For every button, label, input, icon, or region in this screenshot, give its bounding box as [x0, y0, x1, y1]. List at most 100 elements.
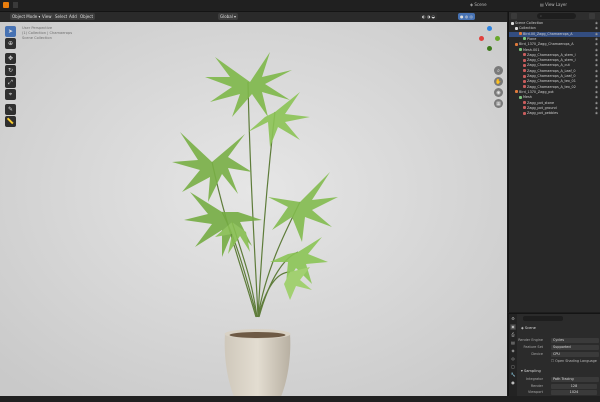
- 3d-viewport[interactable]: ➤ ⊕ ✥ ↻ ⤢ ⌖ ✎ 📏 User Perspective (1) Col…: [0, 22, 507, 396]
- osl-checkbox[interactable]: ☐ Open Shading Language: [551, 359, 597, 363]
- status-bar: [0, 396, 600, 402]
- visibility-eye-icon[interactable]: ◉: [595, 111, 598, 116]
- outliner-item[interactable]: Zagg_pot_ground ◉: [509, 106, 600, 111]
- outliner-item[interactable]: Zagg_Chamaerops_A_stem_i ◉: [509, 58, 600, 63]
- filter-icon[interactable]: [589, 13, 595, 19]
- feature-set-label: Feature Set: [523, 345, 543, 349]
- world-tab-icon[interactable]: ◎: [510, 356, 516, 362]
- blender-logo-icon[interactable]: [3, 2, 9, 8]
- scene-header: ◈ Scene: [521, 326, 536, 330]
- outliner-item[interactable]: Zagg_Chamaerops_A_tex_02 ◉: [509, 85, 600, 90]
- outliner-item-icon: [523, 63, 526, 67]
- render-tab-icon[interactable]: ▣: [510, 324, 516, 330]
- cursor-arrow-icon: ➤: [7, 28, 14, 35]
- render-samples-field[interactable]: 128: [551, 384, 597, 389]
- outliner-item[interactable]: Zagg_Chamaerops_A_Leaf_0 ◉: [509, 69, 600, 74]
- add-menu[interactable]: Add: [67, 13, 79, 20]
- outliner-item[interactable]: Collection ◉: [509, 26, 600, 31]
- sampling-panel-header[interactable]: ▾ Sampling: [521, 369, 541, 373]
- feature-set-dropdown[interactable]: Supported: [551, 345, 599, 350]
- outliner-item-icon: [519, 32, 522, 36]
- measure-tool[interactable]: 📏: [5, 116, 16, 127]
- visibility-eye-icon[interactable]: ◉: [595, 48, 598, 53]
- zoom-icon[interactable]: ⌕: [494, 66, 503, 75]
- device-dropdown[interactable]: CPU: [551, 352, 599, 357]
- rotate-tool[interactable]: ↻: [5, 65, 16, 76]
- outliner-item[interactable]: Zagg_Chamaerops_A_tex_01 ◉: [509, 79, 600, 84]
- viewport-header: Object Mode ▾ View Select Add Object Glo…: [0, 12, 507, 22]
- view-layer-selector[interactable]: ▤ View Layer: [540, 1, 567, 9]
- visibility-eye-icon[interactable]: ◉: [595, 32, 598, 37]
- scene-selector[interactable]: ◈ Scene: [470, 1, 487, 9]
- visibility-eye-icon[interactable]: ◉: [595, 101, 598, 106]
- integrator-dropdown[interactable]: Path Tracing: [551, 377, 599, 382]
- outliner-item[interactable]: Zagg_Chamaerops_A_stem_l ◉: [509, 53, 600, 58]
- y-axis-icon[interactable]: [495, 36, 500, 41]
- view-menu[interactable]: View: [40, 13, 54, 20]
- outliner-item[interactable]: Zagg_pot_stone ◉: [509, 101, 600, 106]
- outliner-item[interactable]: Mesh ◉: [509, 95, 600, 100]
- grid-icon[interactable]: ▦: [494, 99, 503, 108]
- outliner-search-input[interactable]: ⌕: [537, 13, 576, 19]
- visibility-eye-icon[interactable]: ◉: [595, 95, 598, 100]
- visibility-eye-icon[interactable]: ◉: [595, 42, 598, 47]
- move-tool[interactable]: ✥: [5, 53, 16, 64]
- visibility-eye-icon[interactable]: ◉: [595, 58, 598, 63]
- outliner-item-icon: [515, 26, 518, 30]
- outliner-item[interactable]: Zagg_pot_pebbles ◉: [509, 111, 600, 116]
- plant-render: [0, 22, 507, 396]
- object-menu[interactable]: Object: [78, 13, 96, 20]
- visibility-eye-icon[interactable]: ◉: [595, 63, 598, 68]
- camera-icon[interactable]: ◉: [494, 88, 503, 97]
- outliner-editor-icon[interactable]: [511, 13, 517, 19]
- outliner-item-label: Mesh.001: [523, 47, 540, 52]
- visibility-eye-icon[interactable]: ◉: [595, 21, 598, 26]
- crosshair-icon: ⊕: [7, 40, 14, 47]
- outliner-item[interactable]: Bird.00_Zagg_Chamaerops_A ◉: [509, 31, 600, 37]
- visibility-eye-icon[interactable]: ◉: [595, 69, 598, 74]
- visibility-eye-icon[interactable]: ◉: [595, 53, 598, 58]
- visibility-eye-icon[interactable]: ◉: [595, 74, 598, 79]
- neg-y-axis-icon[interactable]: [487, 46, 492, 51]
- visibility-eye-icon[interactable]: ◉: [595, 106, 598, 111]
- transform-orientation-dropdown[interactable]: Global ▾: [218, 13, 239, 20]
- outliner-item-label: Bird_1370_Zagg_Chamaerops_A: [519, 42, 574, 47]
- visibility-eye-icon[interactable]: ◉: [595, 37, 598, 42]
- visibility-eye-icon[interactable]: ◉: [595, 79, 598, 84]
- render-engine-dropdown[interactable]: Cycles: [551, 338, 599, 343]
- outliner-item-icon: [523, 85, 526, 89]
- object-tab-icon[interactable]: ▢: [510, 364, 516, 370]
- pan-hand-icon[interactable]: ✋: [494, 77, 503, 86]
- visibility-eye-icon[interactable]: ◉: [595, 26, 598, 31]
- z-axis-icon[interactable]: [487, 26, 492, 31]
- outliner-item-label: Bird_1370_Zagg_pot: [519, 89, 554, 94]
- pencil-icon: ✎: [7, 106, 14, 113]
- outliner-item[interactable]: Plane ◉: [509, 37, 600, 42]
- outliner-item[interactable]: Mesh.001 ◉: [509, 48, 600, 53]
- outliner-item-icon: [511, 21, 514, 25]
- outliner-item-label: Zagg_Chamaerops_A_stem_l: [527, 52, 576, 57]
- shading-mode-icons[interactable]: ● ◍ ◎: [458, 13, 476, 20]
- navigation-gizmo: ⌕ ✋ ◉ ▦: [478, 22, 506, 132]
- select-box-tool[interactable]: ➤: [5, 26, 16, 37]
- editor-type-icon[interactable]: [13, 2, 18, 8]
- outliner-header: ⌕: [509, 12, 600, 20]
- transform-tool[interactable]: ⌖: [5, 89, 16, 100]
- visibility-eye-icon[interactable]: ◉: [595, 90, 598, 95]
- viewport-samples-field[interactable]: 1024: [551, 390, 597, 395]
- x-axis-icon[interactable]: [479, 36, 484, 41]
- visibility-eye-icon[interactable]: ◉: [595, 85, 598, 90]
- outliner-item[interactable]: Scene Collection ◉: [509, 21, 600, 26]
- outliner-item[interactable]: Bird_1370_Zagg_pot ◉: [509, 90, 600, 95]
- scale-tool[interactable]: ⤢: [5, 77, 16, 88]
- object-mode-dropdown[interactable]: Object Mode ▾: [10, 13, 43, 20]
- tool-tab-icon[interactable]: ⚙: [510, 316, 516, 322]
- outliner-item[interactable]: Zagg_Chamaerops_A_Leaf_0 ◉: [509, 74, 600, 79]
- outliner-item[interactable]: Zagg_Chamaerops_A_cut ◉: [509, 63, 600, 68]
- cursor-tool[interactable]: ⊕: [5, 38, 16, 49]
- view-layer-label: View Layer: [545, 2, 567, 7]
- annotate-tool[interactable]: ✎: [5, 104, 16, 115]
- properties-search-input[interactable]: [523, 316, 563, 321]
- overlay-icons[interactable]: ◐ ◑ ◒: [420, 13, 438, 20]
- outliner-item[interactable]: Bird_1370_Zagg_Chamaerops_A ◉: [509, 42, 600, 47]
